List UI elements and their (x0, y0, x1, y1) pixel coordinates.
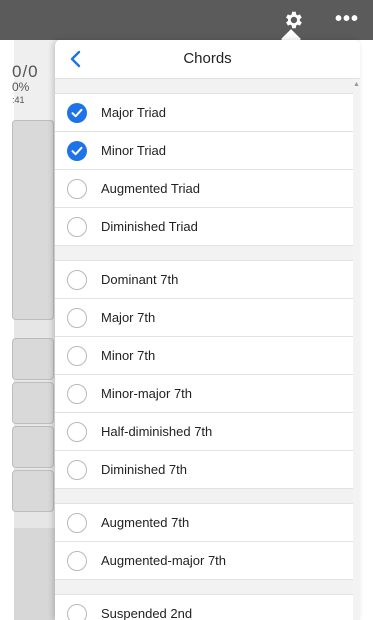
checkmark-icon[interactable] (67, 140, 87, 161)
empty-circle-icon[interactable] (67, 178, 87, 199)
chevron-left-icon[interactable] (63, 46, 87, 72)
chord-option-row[interactable]: Minor 7th (55, 337, 353, 375)
chord-option-label: Minor-major 7th (101, 386, 193, 401)
top-toolbar: ••• (0, 0, 373, 40)
section-separator (55, 580, 353, 595)
chord-option-label: Diminished 7th (101, 462, 187, 477)
chord-option-label: Minor Triad (101, 143, 167, 158)
chord-option-row[interactable]: Major Triad (55, 94, 353, 132)
chord-option-row[interactable]: Minor-major 7th (55, 375, 353, 413)
chord-option-row[interactable]: Half-diminished 7th (55, 413, 353, 451)
background-answer-button[interactable] (12, 470, 54, 512)
more-options-button[interactable]: ••• (332, 8, 362, 30)
popover-title: Chords (183, 50, 232, 67)
empty-circle-icon[interactable] (67, 459, 87, 480)
score-percent: 0% (12, 80, 30, 94)
chord-option-label: Minor 7th (101, 348, 156, 363)
background-answer-button[interactable] (12, 382, 54, 424)
chord-option-row[interactable]: Augmented 7th (55, 504, 353, 542)
chord-option-row[interactable]: Diminished Triad (55, 208, 353, 246)
background-footer (14, 528, 57, 620)
section-separator (55, 79, 353, 94)
score-display: 0/0 0% :41 (12, 40, 57, 120)
chord-option-label: Dominant 7th (101, 272, 179, 287)
chord-option-label: Major Triad (101, 105, 167, 120)
score-value: 0/0 (12, 62, 39, 81)
scroll-up-arrow-icon[interactable]: ▲ (353, 81, 360, 88)
empty-circle-icon[interactable] (67, 216, 87, 237)
background-large-button[interactable] (12, 120, 54, 320)
chord-option-label: Half-diminished 7th (101, 424, 213, 439)
empty-circle-icon[interactable] (67, 512, 87, 533)
chord-option-label: Augmented 7th (101, 515, 190, 530)
section-separator (55, 246, 353, 261)
empty-circle-icon[interactable] (67, 307, 87, 328)
scrollbar[interactable]: ▲ (353, 79, 360, 620)
chord-option-row[interactable]: Dominant 7th (55, 261, 353, 299)
chords-popover: Chords Major Triad Minor Triad Augmented T… (55, 40, 360, 620)
chord-option-row[interactable]: Augmented Triad (55, 170, 353, 208)
section-separator (55, 489, 353, 504)
chord-option-row[interactable]: Suspended 2nd (55, 595, 353, 620)
chord-option-label: Augmented-major 7th (101, 553, 227, 568)
chord-option-label: Suspended 2nd (101, 606, 193, 620)
chord-list: Major Triad Minor Triad Augmented Triad Dim… (55, 79, 353, 620)
chord-option-row[interactable]: Augmented-major 7th (55, 542, 353, 580)
empty-circle-icon[interactable] (67, 421, 87, 442)
empty-circle-icon[interactable] (67, 269, 87, 290)
empty-circle-icon[interactable] (67, 550, 87, 571)
chord-option-label: Major 7th (101, 310, 156, 325)
chord-option-label: Augmented Triad (101, 181, 201, 196)
empty-circle-icon[interactable] (67, 383, 87, 404)
gear-icon[interactable] (279, 6, 307, 34)
background-answer-button[interactable] (12, 338, 54, 380)
popover-header: Chords (55, 40, 360, 79)
empty-circle-icon[interactable] (67, 603, 87, 620)
score-time: :41 (12, 95, 25, 105)
chord-option-row[interactable]: Minor Triad (55, 132, 353, 170)
checkmark-icon[interactable] (67, 102, 87, 123)
chord-option-label: Diminished Triad (101, 219, 198, 234)
empty-circle-icon[interactable] (67, 345, 87, 366)
chord-option-row[interactable]: Major 7th (55, 299, 353, 337)
background-answer-button[interactable] (12, 426, 54, 468)
chord-option-row[interactable]: Diminished 7th (55, 451, 353, 489)
